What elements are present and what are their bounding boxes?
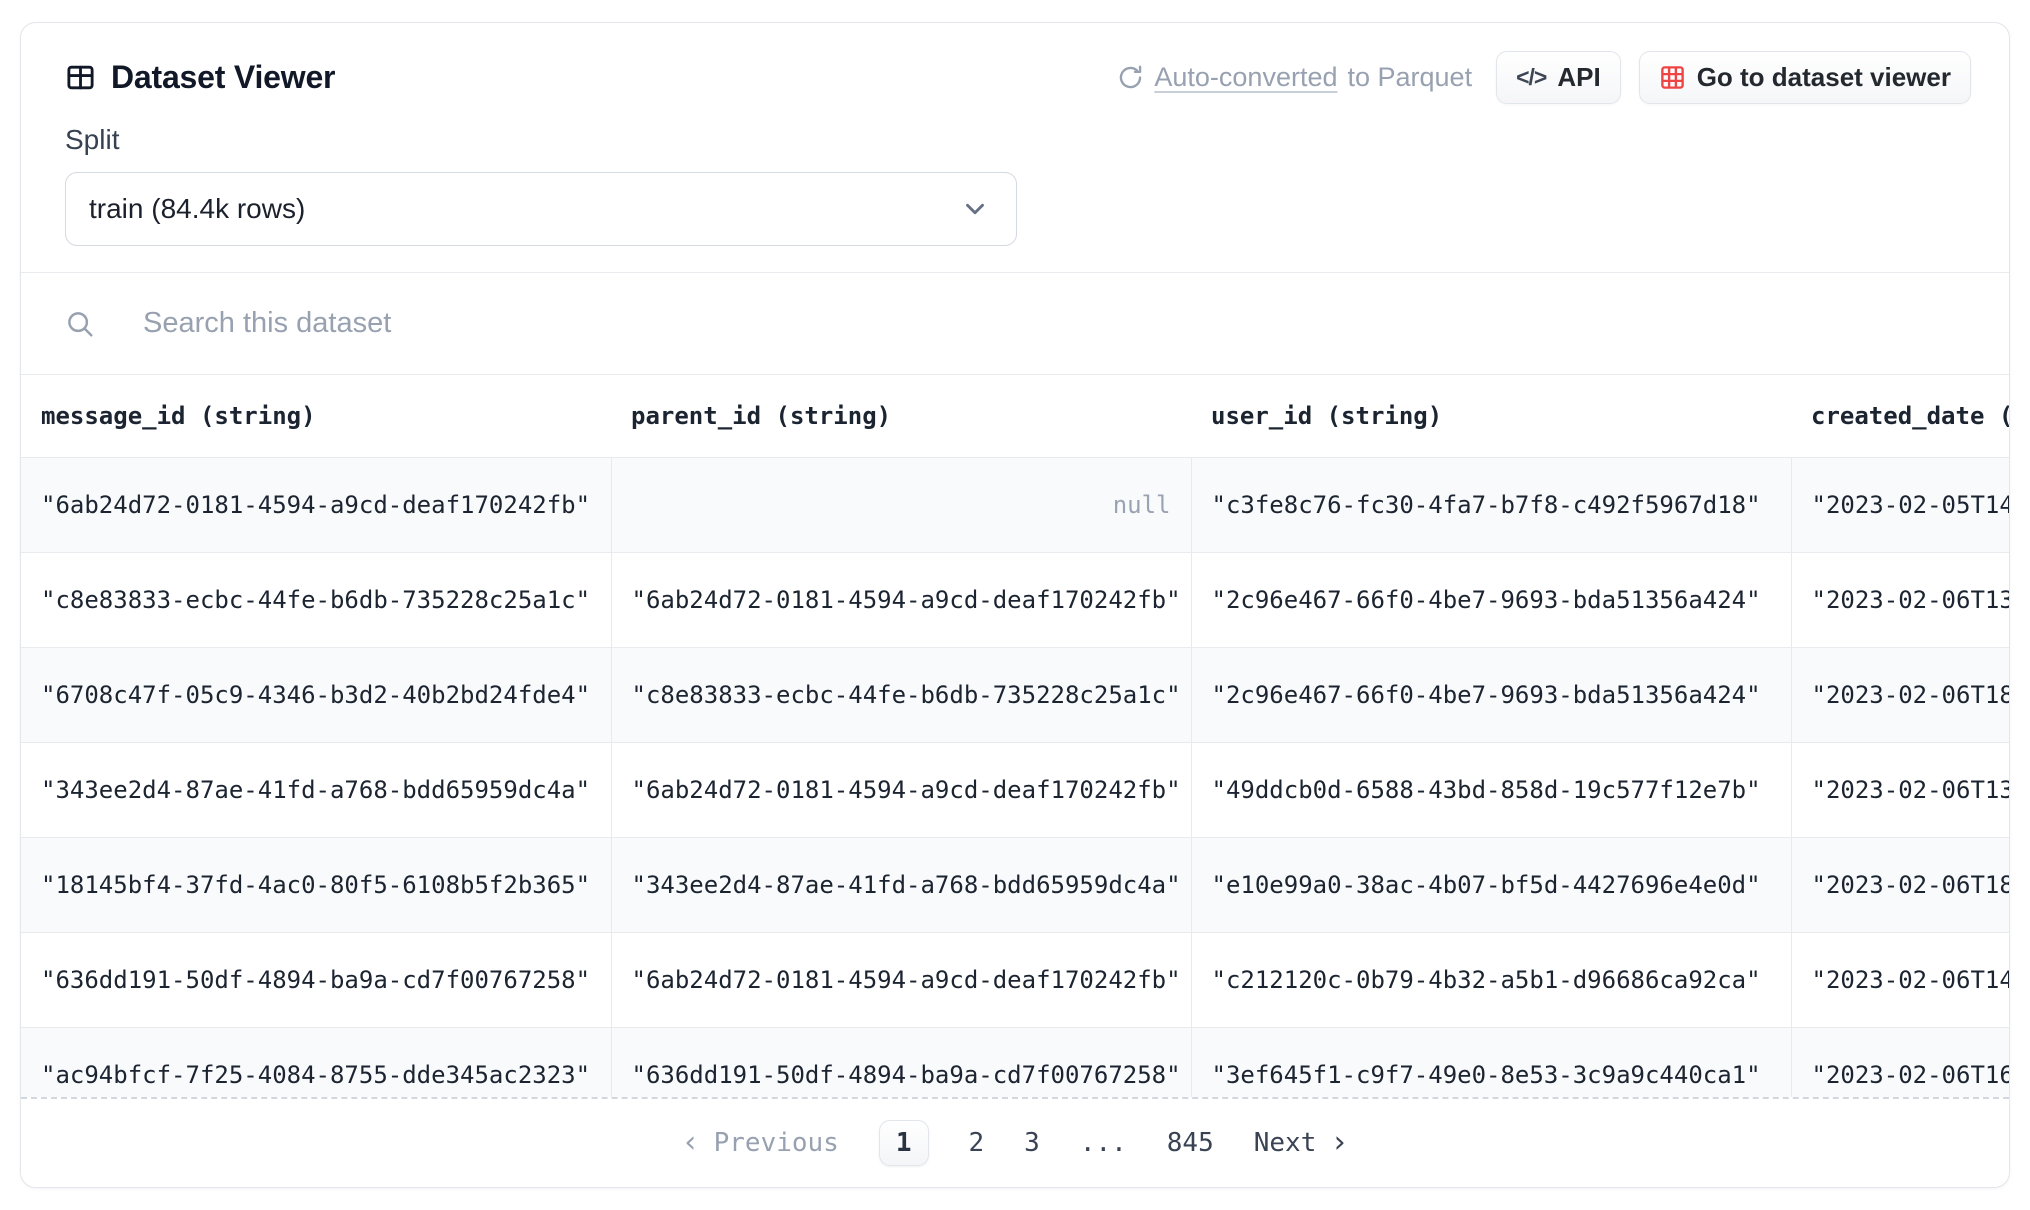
- cell-created-date: "2023-02-06T18:4: [1791, 647, 2009, 742]
- dataset-viewer-card: Dataset Viewer Auto-converted to Parquet…: [20, 22, 2010, 1188]
- chevron-left-icon: ‹: [682, 1128, 700, 1158]
- cell-user-id: "2c96e467-66f0-4be7-9693-bda51356a424": [1191, 647, 1791, 742]
- search-input[interactable]: [143, 307, 1965, 340]
- cell-message-id: "ac94bfcf-7f25-4084-8755-dde345ac2323": [21, 1027, 611, 1097]
- cell-created-date: "2023-02-06T13:3: [1791, 742, 2009, 837]
- previous-label: Previous: [714, 1128, 839, 1158]
- cell-parent-id: "6ab24d72-0181-4594-a9cd-deaf170242fb": [611, 552, 1191, 647]
- column-header-user-id[interactable]: user_id (string): [1191, 375, 1791, 457]
- cell-message-id: "343ee2d4-87ae-41fd-a768-bdd65959dc4a": [21, 742, 611, 837]
- table-row: "6ab24d72-0181-4594-a9cd-deaf170242fb" n…: [21, 457, 2009, 552]
- cell-created-date: "2023-02-06T18:5: [1791, 837, 2009, 932]
- cell-message-id: "6708c47f-05c9-4346-b3d2-40b2bd24fde4": [21, 647, 611, 742]
- next-button[interactable]: Next ›: [1254, 1128, 1349, 1158]
- goto-dataset-viewer-button[interactable]: Go to dataset viewer: [1639, 51, 1971, 104]
- code-icon: </>: [1516, 64, 1546, 91]
- chevron-right-icon: ›: [1330, 1128, 1348, 1158]
- cell-user-id: "2c96e467-66f0-4be7-9693-bda51356a424": [1191, 552, 1791, 647]
- cell-message-id: "c8e83833-ecbc-44fe-b6db-735228c25a1c": [21, 552, 611, 647]
- table-row: "6708c47f-05c9-4346-b3d2-40b2bd24fde4" "…: [21, 647, 2009, 742]
- dataset-table: message_id (string) parent_id (string) u…: [21, 375, 2009, 1097]
- auto-converted-label: Auto-converted: [1154, 62, 1337, 93]
- search-icon: [65, 309, 95, 339]
- cell-message-id: "636dd191-50df-4894-ba9a-cd7f00767258": [21, 932, 611, 1027]
- table-row: "636dd191-50df-4894-ba9a-cd7f00767258" "…: [21, 932, 2009, 1027]
- refresh-icon: [1117, 64, 1144, 91]
- table-row: "18145bf4-37fd-4ac0-80f5-6108b5f2b365" "…: [21, 837, 2009, 932]
- page-button-3[interactable]: 3: [1024, 1128, 1040, 1158]
- cell-message-id: "18145bf4-37fd-4ac0-80f5-6108b5f2b365": [21, 837, 611, 932]
- page-title: Dataset Viewer: [111, 59, 335, 96]
- cell-parent-id: "c8e83833-ecbc-44fe-b6db-735228c25a1c": [611, 647, 1191, 742]
- page-button-1[interactable]: 1: [879, 1120, 929, 1166]
- cell-parent-id: "6ab24d72-0181-4594-a9cd-deaf170242fb": [611, 932, 1191, 1027]
- cell-user-id: "c3fe8c76-fc30-4fa7-b7f8-c492f5967d18": [1191, 457, 1791, 552]
- search-bar: [21, 272, 2009, 375]
- grid-icon: [1659, 64, 1686, 91]
- cell-created-date: "2023-02-06T14:2: [1791, 932, 2009, 1027]
- table-row: "c8e83833-ecbc-44fe-b6db-735228c25a1c" "…: [21, 552, 2009, 647]
- cell-user-id: "e10e99a0-38ac-4b07-bf5d-4427696e4e0d": [1191, 837, 1791, 932]
- dataset-table-wrap: message_id (string) parent_id (string) u…: [21, 375, 2009, 1097]
- page-button-845[interactable]: 845: [1167, 1128, 1214, 1158]
- title-group: Dataset Viewer: [65, 59, 335, 96]
- header-actions: Auto-converted to Parquet </> API Go to …: [1117, 51, 1971, 104]
- cell-parent-id: "343ee2d4-87ae-41fd-a768-bdd65959dc4a": [611, 837, 1191, 932]
- card-header: Dataset Viewer Auto-converted to Parquet…: [21, 23, 2009, 104]
- column-header-message-id[interactable]: message_id (string): [21, 375, 611, 457]
- cell-message-id: "6ab24d72-0181-4594-a9cd-deaf170242fb": [21, 457, 611, 552]
- table-row: "343ee2d4-87ae-41fd-a768-bdd65959dc4a" "…: [21, 742, 2009, 837]
- pagination: ‹ Previous 1 2 3 ... 845 Next ›: [21, 1099, 2009, 1187]
- chevron-down-icon: [960, 194, 990, 224]
- auto-converted-link[interactable]: Auto-converted to Parquet: [1117, 62, 1472, 93]
- cell-parent-id: "6ab24d72-0181-4594-a9cd-deaf170242fb": [611, 742, 1191, 837]
- table-header-row: message_id (string) parent_id (string) u…: [21, 375, 2009, 457]
- table-icon: [65, 62, 96, 93]
- cell-user-id: "3ef645f1-c9f7-49e0-8e53-3c9a9c440ca1": [1191, 1027, 1791, 1097]
- cell-user-id: "49ddcb0d-6588-43bd-858d-19c577f12e7b": [1191, 742, 1791, 837]
- cell-created-date: "2023-02-05T14:2: [1791, 457, 2009, 552]
- goto-dataset-viewer-label: Go to dataset viewer: [1697, 62, 1951, 93]
- api-button[interactable]: </> API: [1496, 51, 1621, 104]
- cell-created-date: "2023-02-06T16:4: [1791, 1027, 2009, 1097]
- split-select-value: train (84.4k rows): [89, 193, 305, 225]
- cell-created-date: "2023-02-06T13:5: [1791, 552, 2009, 647]
- column-header-parent-id[interactable]: parent_id (string): [611, 375, 1191, 457]
- split-select[interactable]: train (84.4k rows): [65, 172, 1017, 246]
- cell-parent-id-null: null: [611, 457, 1191, 552]
- previous-button[interactable]: ‹ Previous: [682, 1128, 839, 1158]
- auto-converted-suffix: to Parquet: [1347, 62, 1472, 93]
- page-ellipsis: ...: [1080, 1128, 1127, 1158]
- column-header-created-date[interactable]: created_date (string): [1791, 375, 2009, 457]
- cell-parent-id: "636dd191-50df-4894-ba9a-cd7f00767258": [611, 1027, 1191, 1097]
- split-label: Split: [65, 124, 2009, 156]
- page-button-2[interactable]: 2: [969, 1128, 985, 1158]
- next-label: Next: [1254, 1128, 1317, 1158]
- table-row: "ac94bfcf-7f25-4084-8755-dde345ac2323" "…: [21, 1027, 2009, 1097]
- cell-user-id: "c212120c-0b79-4b32-a5b1-d96686ca92ca": [1191, 932, 1791, 1027]
- api-button-label: API: [1557, 62, 1600, 93]
